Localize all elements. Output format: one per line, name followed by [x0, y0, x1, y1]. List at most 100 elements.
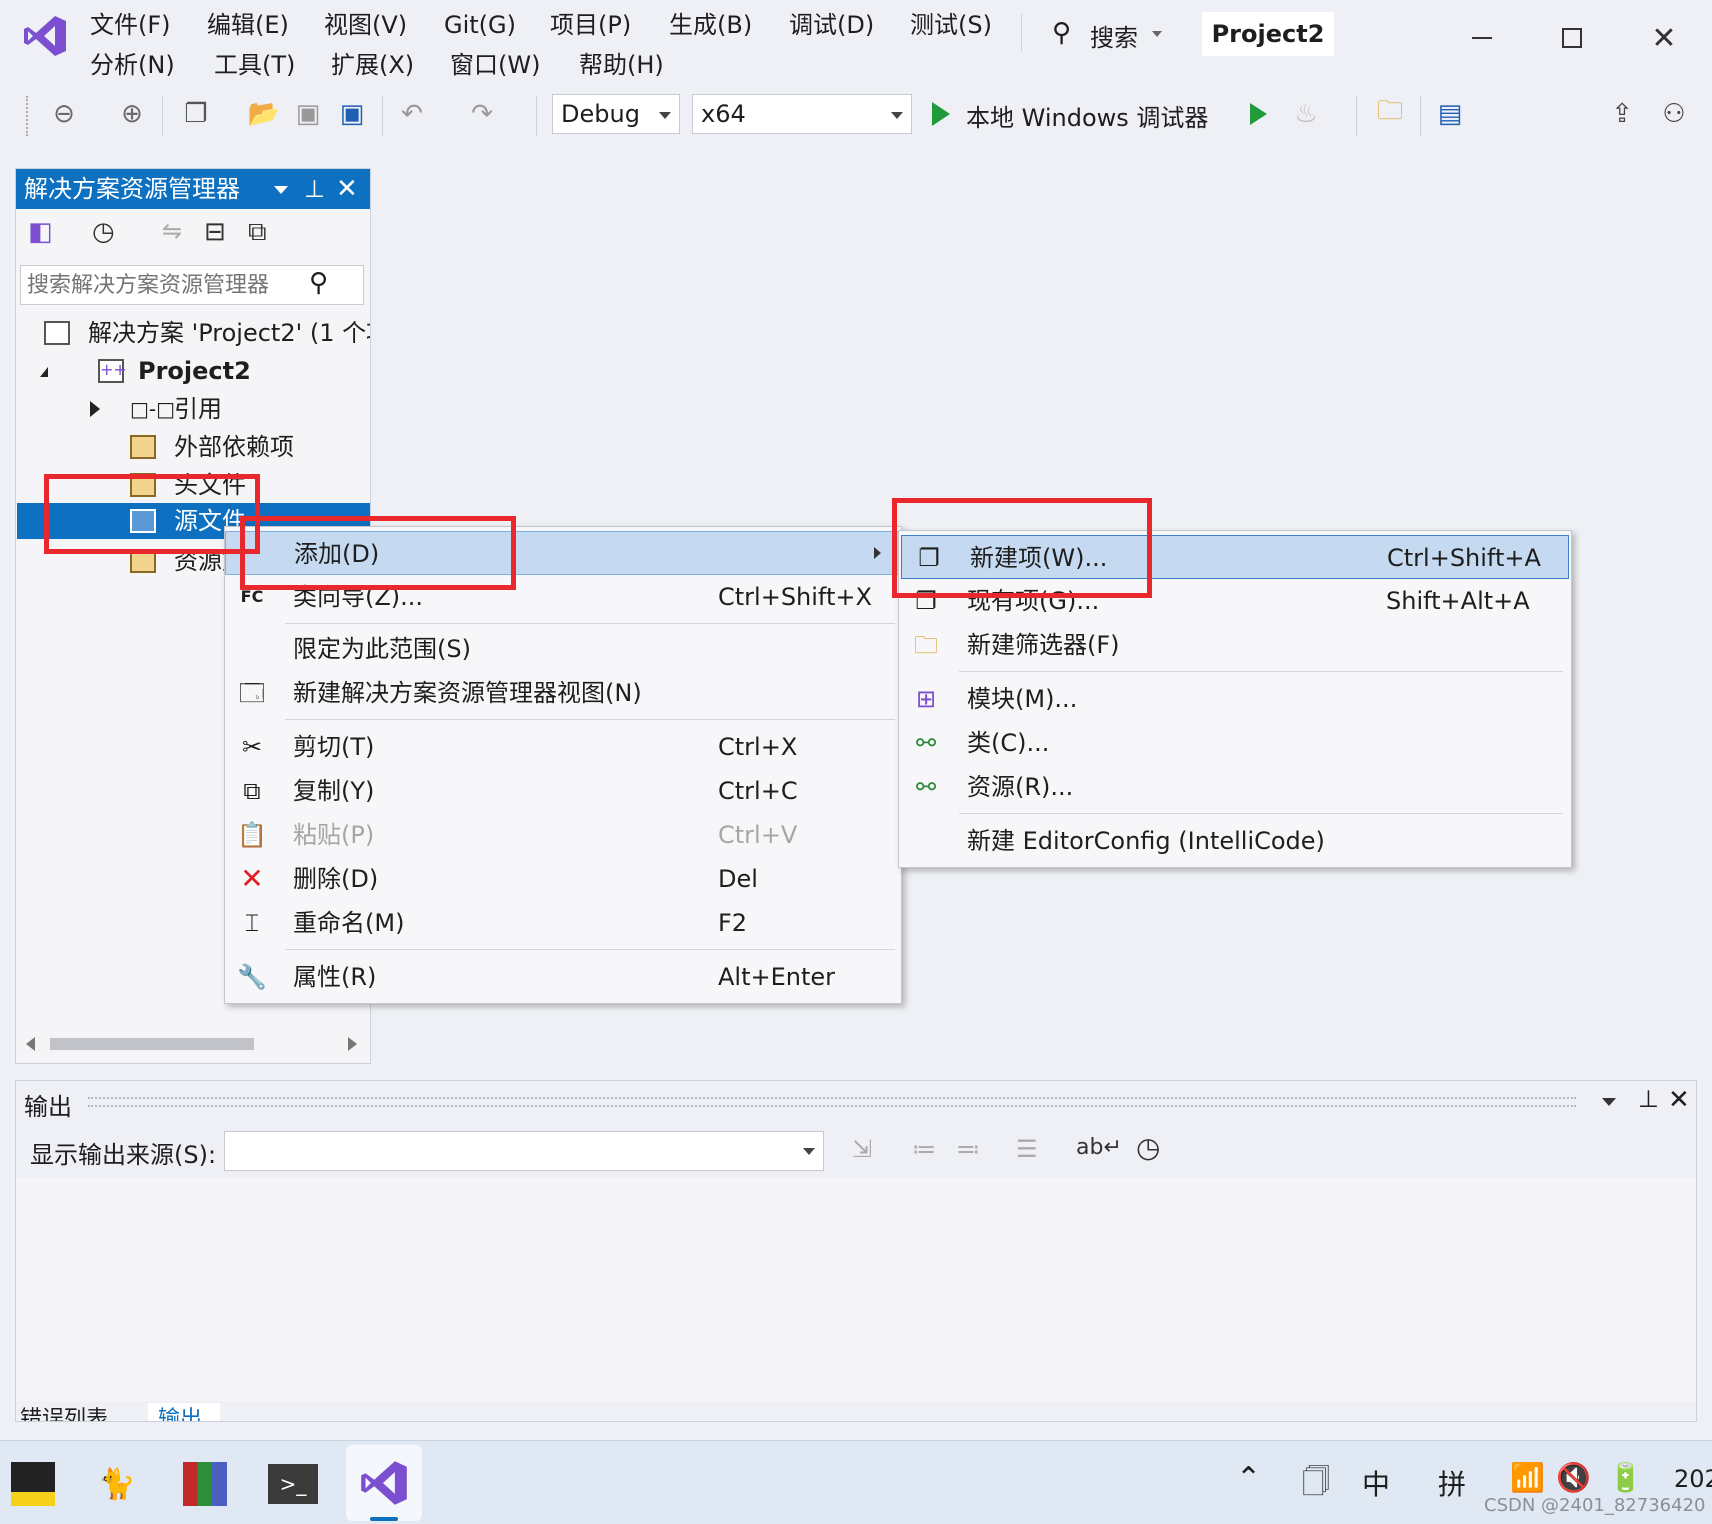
save-all-button[interactable]: ▣ — [334, 96, 370, 132]
new-project-button[interactable]: ❐ — [176, 96, 216, 132]
sync-icon[interactable]: ⇋ — [162, 217, 182, 245]
menu-extensions[interactable]: 扩展(X) — [331, 50, 414, 80]
forward-button[interactable]: ⊕ — [114, 96, 150, 132]
search-box[interactable]: ⚲ 搜索 — [1050, 16, 1170, 52]
visual-studio-logo-icon[interactable] — [22, 14, 68, 58]
start-debugging-button[interactable]: 本地 Windows 调试器 — [928, 94, 1234, 134]
horizontal-scrollbar[interactable] — [20, 1031, 366, 1055]
tab-label: 输出 — [158, 1407, 203, 1421]
toolbar: ⊖ ⊕ ❐ 📂 ▣ ▣ ↶ ↷ Debug x64 本地 Windows 调试器… — [0, 88, 1712, 144]
clock-partial[interactable]: 202 — [1674, 1465, 1712, 1493]
pin-icon[interactable]: ⊥ — [1638, 1085, 1659, 1113]
scroll-right-icon[interactable] — [348, 1037, 357, 1051]
vs-switch-views-icon[interactable]: ◧ — [28, 217, 53, 247]
menu-tools[interactable]: 工具(T) — [214, 50, 295, 80]
external-deps-icon — [130, 435, 156, 459]
menu-window[interactable]: 窗口(W) — [450, 50, 540, 80]
tree-item-external-deps[interactable]: 外部依赖项 — [76, 429, 370, 465]
close-window-button[interactable]: ✕ — [1644, 18, 1684, 58]
tab-output[interactable]: 输出 — [148, 1403, 220, 1421]
menu-item-new-editorconfig[interactable]: 新建 EditorConfig (IntelliCode) — [899, 819, 1569, 863]
tray-overflow-icon[interactable]: ⌃ — [1236, 1461, 1261, 1496]
tree-item-solution[interactable]: 解决方案 'Project2' (1 个项 — [44, 315, 370, 351]
menu-view[interactable]: 视图(V) — [324, 10, 407, 40]
output-source-select[interactable] — [224, 1131, 824, 1171]
start-without-debugging-button[interactable] — [1240, 96, 1276, 132]
clear-all-icon[interactable]: ☰ — [1016, 1135, 1038, 1163]
battery-icon[interactable]: 🔋 — [1608, 1461, 1643, 1494]
output-text-area[interactable] — [16, 1177, 1696, 1401]
find-in-files-button[interactable]: 🗀 — [1370, 96, 1410, 132]
expanded-triangle-icon[interactable] — [40, 367, 48, 377]
resource-icon: ⚯ — [915, 773, 937, 801]
menu-item-class[interactable]: ⚯ 类(C)... — [899, 721, 1569, 765]
share-button[interactable]: ⇪ — [1604, 96, 1640, 132]
menu-item-new-view[interactable]: 🗔 新建解决方案资源管理器视图(N) — [225, 671, 901, 715]
menu-debug[interactable]: 调试(D) — [789, 10, 874, 40]
collapse-all-icon[interactable]: ⊟ — [204, 217, 226, 247]
menu-project[interactable]: 项目(P) — [550, 10, 631, 40]
solution-platform-select[interactable]: x64 — [692, 94, 912, 134]
menu-item-rename[interactable]: ⌶ 重命名(M) F2 — [225, 901, 901, 945]
menu-item-properties[interactable]: 🔧 属性(R) Alt+Enter — [225, 955, 901, 999]
menu-item-cut[interactable]: ✂ 剪切(T) Ctrl+X — [225, 725, 901, 769]
minimize-button[interactable] — [1462, 18, 1502, 58]
tree-item-references[interactable]: □-□ 引用 — [76, 391, 370, 427]
menu-build[interactable]: 生成(B) — [669, 10, 752, 40]
volume-muted-icon[interactable]: 🔇 — [1556, 1461, 1591, 1494]
pin-icon[interactable]: ⊥ — [304, 169, 325, 209]
show-all-files-icon[interactable]: ⧉ — [248, 217, 267, 248]
menu-item-new-filter[interactable]: 🗀 新建筛选器(F) — [899, 623, 1569, 667]
menu-file[interactable]: 文件(F) — [90, 10, 171, 40]
taskbar-app-winrar[interactable] — [176, 1455, 234, 1513]
menu-help[interactable]: 帮助(H) — [579, 50, 664, 80]
collapsed-triangle-icon[interactable] — [90, 401, 100, 417]
menu-item-scope-to-this[interactable]: 限定为此范围(S) — [225, 627, 901, 671]
menu-item-resource[interactable]: ⚯ 资源(R)... — [899, 765, 1569, 809]
save-button[interactable]: ▣ — [290, 96, 326, 132]
wifi-icon[interactable]: 📶 — [1510, 1461, 1545, 1494]
undo-button[interactable]: ↶ — [394, 96, 430, 132]
hot-reload-button[interactable]: ♨ — [1288, 96, 1324, 132]
clock-icon[interactable]: ◷ — [1136, 1131, 1160, 1164]
layout-button[interactable]: ▤ — [1430, 96, 1470, 132]
scroll-left-icon[interactable] — [26, 1037, 35, 1051]
maximize-button[interactable] — [1552, 18, 1592, 58]
menu-edit[interactable]: 编辑(E) — [207, 10, 289, 40]
open-file-button[interactable]: 📂 — [246, 96, 282, 132]
tab-error-list[interactable]: 错误列表 — [20, 1403, 146, 1421]
live-share-button[interactable]: ⚇ — [1656, 96, 1692, 132]
taskbar-app-notes[interactable] — [4, 1455, 62, 1513]
panel-menu-chevron-icon[interactable] — [1602, 1098, 1616, 1106]
usb-icon[interactable]: 🗍 — [1302, 1461, 1330, 1509]
tree-item-project[interactable]: ++ Project2 — [36, 353, 370, 389]
menu-item-module[interactable]: ⊞ 模块(M)... — [899, 677, 1569, 721]
pending-changes-icon[interactable]: ◷ — [92, 217, 115, 247]
word-wrap-icon[interactable]: ab↵ — [1076, 1135, 1122, 1160]
ime-mode-zh[interactable]: 中 — [1362, 1463, 1390, 1503]
taskbar-app-visual-studio[interactable] — [346, 1445, 422, 1521]
redo-button[interactable]: ↷ — [464, 96, 500, 132]
ime-pinyin[interactable]: 拼 — [1438, 1463, 1466, 1503]
goto-error-icon[interactable]: ⇲ — [852, 1135, 872, 1163]
back-button[interactable]: ⊖ — [46, 96, 82, 132]
next-message-icon[interactable]: ≕ — [956, 1135, 980, 1163]
close-panel-icon[interactable]: ✕ — [336, 169, 358, 209]
menu-analyze[interactable]: 分析(N) — [90, 50, 175, 80]
solution-search-input[interactable] — [27, 270, 307, 300]
taskbar-app-cat[interactable]: 🐈 — [88, 1455, 146, 1513]
scrollbar-thumb[interactable] — [50, 1038, 254, 1050]
taskbar-app-terminal[interactable]: >_ — [264, 1455, 322, 1513]
menu-item-shortcut: F2 — [718, 909, 748, 937]
menu-item-copy[interactable]: ⧉ 复制(Y) Ctrl+C — [225, 769, 901, 813]
solution-search-field[interactable]: ⚲ — [20, 265, 364, 305]
solution-config-select[interactable]: Debug — [552, 94, 680, 134]
menu-test[interactable]: 测试(S) — [910, 10, 992, 40]
menu-item-delete[interactable]: ✕ 删除(D) Del — [225, 857, 901, 901]
panel-menu-chevron-icon[interactable] — [274, 186, 288, 194]
menu-item-paste[interactable]: 📋 粘贴(P) Ctrl+V — [225, 813, 901, 857]
close-panel-icon[interactable]: ✕ — [1668, 1085, 1690, 1115]
menu-git[interactable]: Git(G) — [444, 10, 516, 40]
chevron-down-icon — [803, 1148, 815, 1155]
prev-message-icon[interactable]: ≔ — [912, 1135, 936, 1163]
